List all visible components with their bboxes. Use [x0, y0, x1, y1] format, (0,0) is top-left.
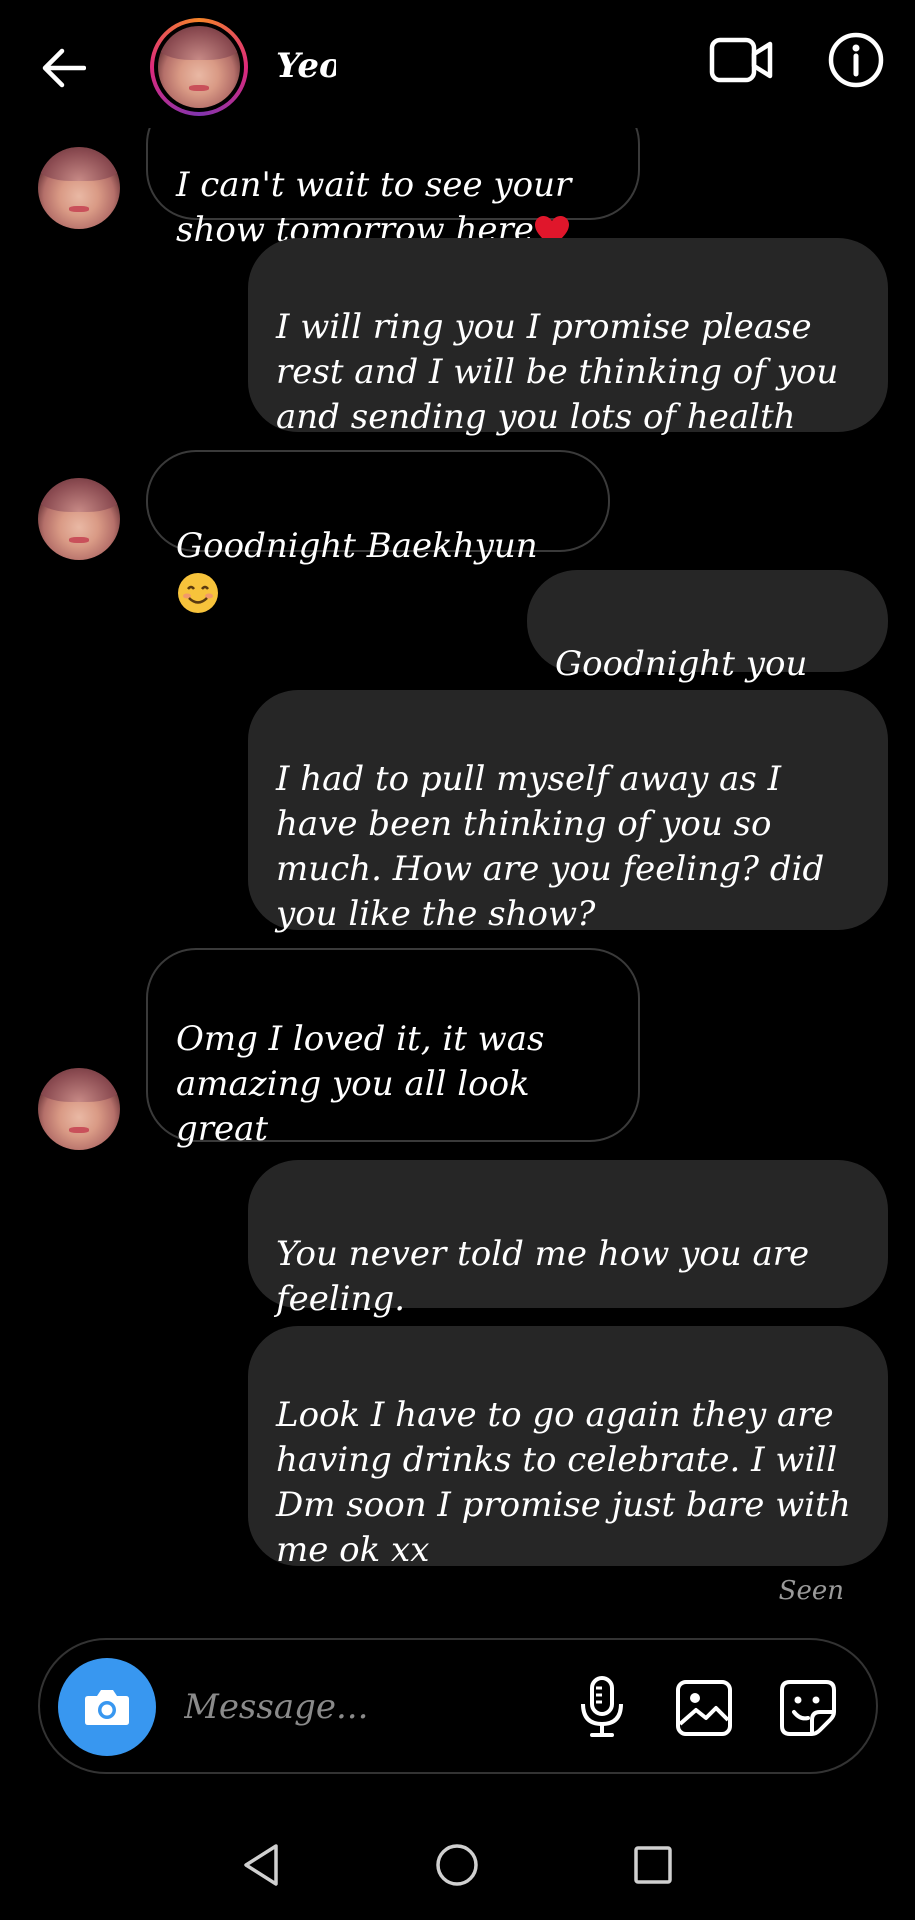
- voice-message-button[interactable]: [570, 1674, 634, 1740]
- nav-home-button[interactable]: [432, 1840, 482, 1890]
- camera-button[interactable]: [58, 1658, 156, 1756]
- message-composer: [38, 1638, 878, 1774]
- seen-status: Seen: [778, 1576, 844, 1606]
- video-call-button[interactable]: [708, 30, 776, 90]
- smiling-face-icon: [178, 573, 218, 613]
- outgoing-message[interactable]: I will ring you I promise please rest an…: [248, 238, 888, 437]
- message-thread: I can't wait to see your show tomorrow h…: [0, 0, 915, 1620]
- message-input[interactable]: [184, 1674, 564, 1740]
- image-icon: [676, 1680, 732, 1736]
- nav-home-icon: [436, 1844, 478, 1886]
- arrow-left-icon: [42, 48, 86, 88]
- microphone-icon: [581, 1676, 623, 1737]
- incoming-message[interactable]: Omg I loved it, it was amazing you all l…: [146, 948, 640, 1149]
- system-navigation-bar: [0, 1800, 915, 1920]
- incoming-message[interactable]: Goodnight Baekhyun: [146, 450, 610, 613]
- nav-recent-icon: [634, 1846, 672, 1884]
- info-circle-icon: [828, 32, 884, 88]
- message-text: You never told me how you are feeling.: [276, 1234, 810, 1319]
- contact-avatar[interactable]: [38, 147, 120, 229]
- header-avatar[interactable]: [150, 18, 248, 116]
- outgoing-message[interactable]: Goodnight you: [527, 570, 888, 731]
- nav-recent-apps-button[interactable]: [628, 1840, 678, 1890]
- message-text: I will ring you I promise please rest an…: [276, 307, 839, 437]
- chat-header: Yeol: [0, 0, 915, 128]
- contact-avatar[interactable]: [38, 1068, 120, 1150]
- outgoing-message[interactable]: You never told me how you are feeling.: [248, 1160, 888, 1319]
- back-button[interactable]: [36, 40, 92, 96]
- video-camera-icon: [709, 37, 773, 83]
- nav-back-button[interactable]: [238, 1840, 288, 1890]
- message-text: Goodnight Baekhyun: [176, 526, 538, 566]
- camera-icon: [85, 1690, 129, 1725]
- sticker-button[interactable]: [776, 1676, 840, 1740]
- message-text: Look I have to go again they are having …: [276, 1395, 851, 1570]
- nav-back-icon: [244, 1844, 278, 1886]
- outgoing-message[interactable]: Look I have to go again they are having …: [248, 1326, 888, 1570]
- contact-name[interactable]: Yeol: [276, 46, 336, 86]
- outgoing-message[interactable]: I had to pull myself away as I have been…: [248, 690, 888, 934]
- message-text: I had to pull myself away as I have been…: [276, 759, 825, 934]
- sticker-icon: [780, 1680, 836, 1736]
- contact-avatar[interactable]: [38, 478, 120, 560]
- message-text: Omg I loved it, it was amazing you all l…: [176, 1019, 545, 1149]
- message-text: Goodnight you: [555, 644, 808, 684]
- info-button[interactable]: [826, 30, 886, 90]
- gallery-button[interactable]: [672, 1676, 736, 1740]
